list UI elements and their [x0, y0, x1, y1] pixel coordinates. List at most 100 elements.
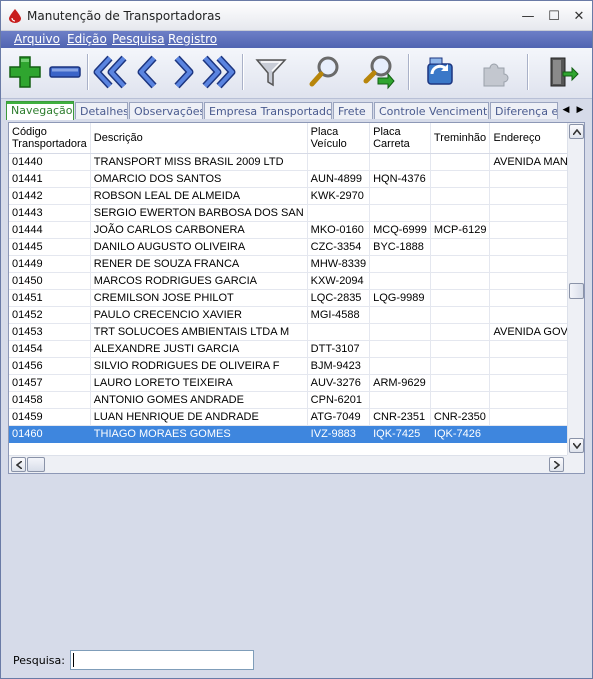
- table-cell-endereco[interactable]: [489, 425, 567, 443]
- remove-button[interactable]: [46, 52, 84, 92]
- table-cell-placa-veiculo[interactable]: [307, 204, 371, 222]
- table-cell-treminhao[interactable]: [430, 272, 491, 290]
- scroll-left-button[interactable]: [11, 457, 26, 472]
- table-cell-descricao[interactable]: ANTONIO GOMES ANDRADE: [90, 391, 308, 409]
- table-row[interactable]: 01443 SERGIO EWERTON BARBOSA DOS SAN: [9, 204, 567, 222]
- scroll-down-button[interactable]: [569, 438, 584, 453]
- table-cell-descricao[interactable]: RENER DE SOUZA FRANCA: [90, 255, 308, 273]
- next-button[interactable]: [164, 52, 202, 92]
- table-cell-treminhao[interactable]: [430, 238, 491, 256]
- table-cell-codigo[interactable]: 01442: [9, 187, 91, 205]
- table-cell-endereco[interactable]: [489, 391, 567, 409]
- table-cell-descricao[interactable]: SILVIO RODRIGUES DE OLIVEIRA F: [90, 357, 308, 375]
- table-cell-endereco[interactable]: AVENIDA MANOEL: [489, 153, 567, 171]
- table-cell-placa-carreta[interactable]: [369, 357, 431, 375]
- table-cell-codigo[interactable]: 01452: [9, 306, 91, 324]
- table-cell-treminhao[interactable]: [430, 255, 491, 273]
- table-cell-placa-veiculo[interactable]: ATG-7049: [307, 408, 371, 426]
- table-cell-placa-veiculo[interactable]: KXW-2094: [307, 272, 371, 290]
- table-cell-descricao[interactable]: TRT SOLUCOES AMBIENTAIS LTDA M: [90, 323, 308, 341]
- table-row[interactable]: 01449 RENER DE SOUZA FRANCA MHW-8339: [9, 255, 567, 273]
- table-cell-descricao[interactable]: JOÃO CARLOS CARBONERA: [90, 221, 308, 239]
- table-cell-treminhao[interactable]: IQK-7426: [430, 425, 491, 443]
- table-cell-descricao[interactable]: OMARCIO DOS SANTOS: [90, 170, 308, 188]
- title-bar[interactable]: Manutenção de Transportadoras — ☐ ✕: [1, 1, 592, 31]
- tab-scroll-right-icon[interactable]: ▶: [573, 102, 587, 117]
- table-cell-descricao[interactable]: LUAN HENRIQUE DE ANDRADE: [90, 408, 308, 426]
- table-cell-treminhao[interactable]: [430, 204, 491, 222]
- column-header-descricao[interactable]: Descrição: [90, 123, 308, 154]
- table-cell-placa-carreta[interactable]: [369, 255, 431, 273]
- tab-scroll-left-icon[interactable]: ◀: [559, 102, 573, 117]
- tab-diferenca[interactable]: Diferença em: [490, 102, 558, 119]
- table-cell-placa-veiculo[interactable]: AUN-4899: [307, 170, 371, 188]
- table-cell-endereco[interactable]: [489, 255, 567, 273]
- table-cell-codigo[interactable]: 01451: [9, 289, 91, 307]
- table-cell-placa-veiculo[interactable]: BJM-9423: [307, 357, 371, 375]
- table-cell-treminhao[interactable]: [430, 323, 491, 341]
- table-cell-codigo[interactable]: 01444: [9, 221, 91, 239]
- search-go-button[interactable]: [359, 52, 397, 92]
- scroll-right-button[interactable]: [549, 457, 564, 472]
- add-button[interactable]: [6, 52, 44, 92]
- tab-navegacao[interactable]: Navegação: [6, 101, 74, 120]
- filter-button[interactable]: [252, 52, 290, 92]
- table-cell-treminhao[interactable]: [430, 357, 491, 375]
- search-button[interactable]: [306, 52, 344, 92]
- table-cell-placa-veiculo[interactable]: MKO-0160: [307, 221, 371, 239]
- table-cell-treminhao[interactable]: [430, 153, 491, 171]
- table-cell-placa-carreta[interactable]: [369, 323, 431, 341]
- table-cell-treminhao[interactable]: [430, 187, 491, 205]
- maximize-button[interactable]: ☐: [545, 7, 563, 25]
- table-cell-codigo[interactable]: 01445: [9, 238, 91, 256]
- column-header-placa-veiculo[interactable]: Placa Veículo: [307, 123, 371, 154]
- search-input[interactable]: [70, 650, 254, 670]
- table-cell-endereco[interactable]: [489, 289, 567, 307]
- table-row[interactable]: 01456 SILVIO RODRIGUES DE OLIVEIRA F BJM-9…: [9, 357, 567, 375]
- menu-registro[interactable]: Registro: [168, 32, 217, 46]
- table-cell-placa-veiculo[interactable]: CPN-6201: [307, 391, 371, 409]
- vertical-scrollbar[interactable]: [567, 123, 584, 455]
- table-cell-descricao[interactable]: SERGIO EWERTON BARBOSA DOS SAN: [90, 204, 308, 222]
- table-row[interactable]: 01441 OMARCIO DOS SANTOS AUN-4899 HQN-4376: [9, 170, 567, 188]
- table-cell-codigo[interactable]: 01456: [9, 357, 91, 375]
- table-cell-placa-carreta[interactable]: BYC-1888: [369, 238, 431, 256]
- table-cell-treminhao[interactable]: [430, 391, 491, 409]
- table-row[interactable]: 01442 ROBSON LEAL DE ALMEIDA KWK-2970: [9, 187, 567, 205]
- table-row[interactable]: 01458 ANTONIO GOMES ANDRADE CPN-6201: [9, 391, 567, 409]
- table-cell-placa-veiculo[interactable]: AUV-3276: [307, 374, 371, 392]
- table-row[interactable]: 01445 DANILO AUGUSTO OLIVEIRA CZC-3354 BYC-…: [9, 238, 567, 256]
- table-cell-codigo[interactable]: 01454: [9, 340, 91, 358]
- table-cell-codigo[interactable]: 01443: [9, 204, 91, 222]
- table-cell-placa-carreta[interactable]: HQN-4376: [369, 170, 431, 188]
- table-cell-endereco[interactable]: [489, 221, 567, 239]
- table-cell-codigo[interactable]: 01450: [9, 272, 91, 290]
- table-cell-placa-veiculo[interactable]: MHW-8339: [307, 255, 371, 273]
- table-cell-codigo[interactable]: 01449: [9, 255, 91, 273]
- tab-empresa-transportadora[interactable]: Empresa Transportadora: [204, 102, 332, 119]
- tab-observacoes[interactable]: Observações: [129, 102, 203, 119]
- table-row[interactable]: 01452 PAULO CRECENCIO XAVIER MGI-4588: [9, 306, 567, 324]
- table-cell-endereco[interactable]: [489, 272, 567, 290]
- table-cell-endereco[interactable]: [489, 374, 567, 392]
- table-cell-placa-veiculo[interactable]: KWK-2970: [307, 187, 371, 205]
- table-cell-placa-veiculo[interactable]: [307, 153, 371, 171]
- table-cell-descricao[interactable]: ROBSON LEAL DE ALMEIDA: [90, 187, 308, 205]
- table-cell-endereco[interactable]: [489, 204, 567, 222]
- table-cell-treminhao[interactable]: CNR-2350: [430, 408, 491, 426]
- refresh-button[interactable]: [421, 52, 459, 92]
- table-cell-placa-veiculo[interactable]: [307, 323, 371, 341]
- table-row[interactable]: 01460 THIAGO MORAES GOMES IVZ-9883 IQK-7425…: [9, 425, 567, 443]
- table-cell-placa-carreta[interactable]: [369, 153, 431, 171]
- table-cell-placa-veiculo[interactable]: CZC-3354: [307, 238, 371, 256]
- table-cell-placa-carreta[interactable]: [369, 272, 431, 290]
- table-cell-treminhao[interactable]: [430, 374, 491, 392]
- column-header-placa-carreta[interactable]: Placa Carreta: [369, 123, 431, 154]
- first-button[interactable]: [92, 52, 130, 92]
- horizontal-scroll-thumb[interactable]: [27, 457, 45, 472]
- table-cell-endereco[interactable]: [489, 340, 567, 358]
- table-cell-placa-carreta[interactable]: [369, 187, 431, 205]
- exit-button[interactable]: [542, 52, 580, 92]
- table-cell-descricao[interactable]: ALEXANDRE JUSTI GARCIA: [90, 340, 308, 358]
- table-cell-placa-veiculo[interactable]: MGI-4588: [307, 306, 371, 324]
